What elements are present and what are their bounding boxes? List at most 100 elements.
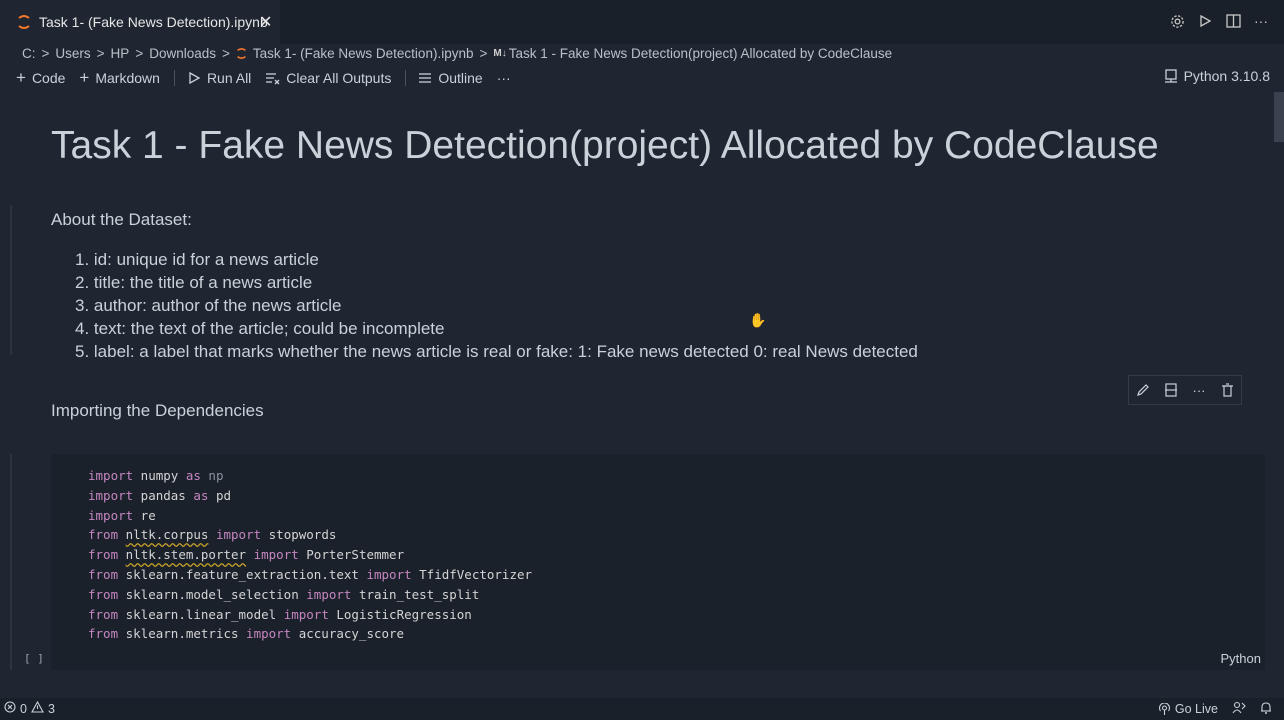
code-token: sklearn.model_selection [118,586,307,602]
trash-icon[interactable] [1218,381,1236,399]
code-token: import [215,527,262,543]
toolbar-divider [405,70,407,86]
more-icon[interactable]: ··· [1190,381,1208,399]
code-token: np [200,468,224,483]
editor-actions: ··· [1168,12,1270,30]
add-code-button[interactable]: + Code [16,68,65,88]
dataset-fields-list: 1. id: unique id for a news article 2. t… [75,250,918,365]
go-live-button[interactable]: Go Live [1158,702,1218,716]
breadcrumb-separator: > [96,45,105,61]
code-line: from sklearn.linear_model import Logisti… [88,605,532,625]
jupyter-icon [18,15,30,29]
list-item: 5. label: a label that marks whether the… [75,342,918,361]
error-count: 0 [20,701,27,716]
run-all-button[interactable]: Run All [187,70,251,86]
split-editor-icon[interactable] [1224,12,1242,30]
breadcrumb-item-users[interactable]: Users [55,46,90,61]
code-token: import [306,586,352,602]
warning-icon [31,700,44,716]
run-icon[interactable] [1196,12,1214,30]
problems-indicator[interactable]: 0 3 [4,700,55,716]
code-token: import [88,507,134,523]
about-dataset-text: About the Dataset: [51,210,192,229]
add-markdown-button[interactable]: + Markdown [79,68,160,88]
edit-pencil-icon[interactable] [1134,381,1152,399]
clear-outputs-label: Clear All Outputs [286,70,392,86]
cell-focus-indicator [10,205,12,355]
run-all-label: Run All [206,70,252,86]
breadcrumb-item-heading[interactable]: Task 1 - Fake News Detection(project) Al… [509,46,892,61]
more-icon: ··· [496,70,511,86]
jupyter-icon [236,47,246,59]
code-token: numpy [133,468,186,483]
outline-label: Outline [438,70,483,86]
code-editor[interactable]: import numpy as np import pandas as pd imp… [88,466,532,644]
go-live-label: Go Live [1174,702,1218,716]
clear-all-icon [265,72,280,85]
cell-language-label[interactable]: Python [1221,651,1261,666]
breadcrumb: C: > Users > HP > Downloads > Task 1- (F… [22,44,892,62]
outline-button[interactable]: Outline [418,70,483,86]
code-line: from sklearn.feature_extraction.text imp… [88,565,532,585]
code-token: stopwords [261,527,337,543]
breadcrumb-item-downloads[interactable]: Downloads [149,46,216,61]
split-cell-icon[interactable] [1162,381,1180,399]
clear-outputs-button[interactable]: Clear All Outputs [265,70,391,86]
list-item: 1. id: unique id for a news article [75,250,319,269]
code-token: import [253,547,299,563]
code-token: as [193,487,209,503]
breadcrumb-item-drive[interactable]: C: [22,46,36,61]
code-token: from [88,606,119,622]
code-line: from sklearn.metrics import accuracy_sco… [88,624,532,644]
hand-cursor-icon: ✋ [749,312,767,328]
breadcrumb-separator: > [41,45,50,61]
status-right: Go Live [1158,701,1272,717]
plus-icon: + [16,68,26,87]
code-token: sklearn.linear_model [118,606,284,622]
close-icon[interactable]: ✕ [259,12,272,32]
list-item: 2. title: the title of a news article [75,273,313,292]
error-icon [4,701,16,716]
editor-tab[interactable]: Task 1- (Fake News Detection).ipynb ✕ [0,0,280,44]
warning-count: 3 [47,701,55,716]
code-cell[interactable]: import numpy as np import pandas as pd imp… [51,454,1265,670]
code-token: as [185,468,201,483]
notebook-title: Task 1 - Fake News Detection(project) Al… [51,124,1159,167]
scrollbar-track[interactable] [1272,90,1284,682]
gear-icon[interactable] [1168,12,1186,30]
more-actions-icon[interactable]: ··· [1252,12,1270,30]
code-token: nltk.corpus [125,527,209,543]
code-line: import re [88,506,532,526]
breadcrumb-separator: > [135,45,144,61]
toolbar-more-button[interactable]: ··· [497,70,511,86]
breadcrumb-item-hp[interactable]: HP [111,46,130,61]
broadcast-icon [1158,702,1170,715]
code-token: sklearn.feature_extraction.text [118,566,367,582]
code-token: re [133,507,156,523]
execution-count[interactable]: [ ] [24,652,44,665]
add-markdown-label: Markdown [95,70,160,86]
scrollbar-thumb[interactable] [1274,92,1284,142]
code-token: TfidfVectorizer [411,566,533,582]
outline-icon [418,72,432,84]
code-line: import pandas as pd [88,486,532,506]
code-token: train_test_split [351,586,480,602]
toolbar-divider [173,70,175,86]
breadcrumb-item-file[interactable]: Task 1- (Fake News Detection).ipynb [253,46,474,61]
code-token: import [88,468,134,483]
tab-bar: Task 1- (Fake News Detection).ipynb ✕ ··… [0,0,1284,44]
accounts-icon[interactable] [1232,701,1246,717]
markdown-icon: M↓ [493,47,507,59]
breadcrumb-separator: > [222,45,230,61]
notebook-toolbar: + Code + Markdown Run All Clear All Outp… [16,68,525,88]
run-all-icon [187,71,201,85]
bell-icon[interactable] [1260,701,1272,717]
code-token: from [88,626,119,642]
code-token: import [88,487,134,503]
code-token: import [246,626,292,642]
code-token: pd [208,487,232,503]
kernel-picker[interactable]: Python 3.10.8 [1164,68,1270,84]
code-token: nltk.stem.porter [125,547,247,563]
